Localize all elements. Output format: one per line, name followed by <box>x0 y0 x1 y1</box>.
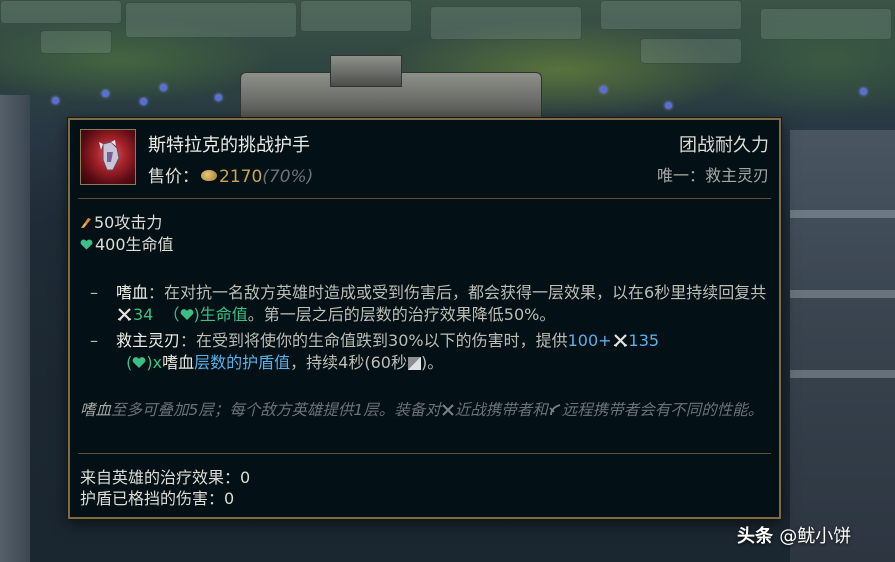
health-icon <box>80 239 93 250</box>
stone-structure <box>330 55 402 87</box>
divider <box>78 198 771 199</box>
stat-health: 400生命值 <box>80 234 174 256</box>
watermark-handle: @鱿小饼 <box>779 526 852 547</box>
item-note: 嗜血至多可叠加5层；每个敌方英雄提供1层。装备对 近战携带者和 远程携带者会有不同的… <box>80 400 770 421</box>
item-footer: 来自英雄的治疗效果：0 护盾已格挡的伤害：0 <box>80 467 250 509</box>
item-icon <box>80 129 136 185</box>
cooldown-icon <box>407 357 421 370</box>
floor-tile <box>430 6 582 40</box>
melee-icon <box>442 404 454 416</box>
stat-text: 400生命值 <box>95 235 174 254</box>
attack-damage-scaling-icon <box>117 308 132 321</box>
passive-lifeline: – 救主灵刃：在受到将使你的生命值跌到30%以下的伤害时，提供100+ 135 (… <box>90 330 770 374</box>
passive-bloodthirst: – 嗜血：在对抗一名敌方英雄时造成或受到伤害后，都会获得一层效果，以在6秒里持续… <box>90 282 770 326</box>
passive-text: ，持续4秒(60秒 <box>290 353 407 372</box>
flower-icon <box>600 86 607 93</box>
floor-tile <box>300 0 412 32</box>
item-tooltip: 斯特拉克的挑战护手 售价： 2170(70%) 团战耐久力 唯一：救主灵刃 50攻… <box>68 118 781 519</box>
divider <box>78 453 771 454</box>
sell-percent: (70%) <box>262 167 314 187</box>
note-text: 至多可叠加5层；每个敌方英雄提供1层。装备对 <box>111 401 441 419</box>
watermark: 头条 @鱿小饼 <box>737 522 851 548</box>
ranged-icon <box>549 404 561 416</box>
stone-rail <box>790 210 895 218</box>
passive-text: ：在对抗一名敌方英雄时造成或受到伤害后，都会获得一层效果，以在6秒里持续回复共 <box>148 283 767 302</box>
stat-text: 50攻击力 <box>94 213 163 232</box>
sell-label: 售价： <box>148 167 199 187</box>
item-name: 斯特拉克的挑战护手 <box>148 135 310 156</box>
item-stats: 50攻击力 400生命值 <box>80 212 174 256</box>
flower-icon <box>52 97 59 104</box>
stat-attack-damage: 50攻击力 <box>80 212 174 234</box>
open-paren: （ <box>163 305 180 324</box>
health-icon <box>180 309 193 320</box>
flower-icon <box>860 88 867 95</box>
shield-base: 100+ <box>567 331 612 350</box>
bullet-dash: – <box>90 283 98 302</box>
stack-word: 嗜血 <box>162 353 195 372</box>
stone-pillar <box>0 95 30 562</box>
attack-damage-icon <box>81 218 91 228</box>
passive-name: 救主灵刃 <box>116 331 181 350</box>
floor-tile <box>600 0 742 30</box>
heal-value: 34 <box>133 305 154 324</box>
stone-rail <box>790 290 895 298</box>
floor-tile <box>0 0 122 24</box>
flower-icon <box>140 98 147 105</box>
shield-value: 135 <box>628 331 660 350</box>
passive-name: 嗜血 <box>116 283 149 302</box>
stone-pillar <box>790 130 895 562</box>
health-x: )x <box>146 353 163 372</box>
floor-tile <box>760 8 892 40</box>
watermark-brand: 头条 <box>737 526 773 547</box>
passive-list: – 嗜血：在对抗一名敌方英雄时造成或受到伤害后，都会获得一层效果，以在6秒里持续… <box>90 282 770 378</box>
floor-tile <box>125 2 297 38</box>
stone-rail <box>790 370 895 378</box>
floor-tile <box>40 30 112 54</box>
item-category: 团战耐久力 <box>679 135 769 156</box>
passive-text: ：在受到将使你的生命值跌到30%以下的伤害时，提供 <box>180 331 568 350</box>
sell-price: 2170 <box>219 167 263 187</box>
attack-damage-scaling-icon <box>613 334 627 347</box>
flower-icon <box>160 84 167 91</box>
bullet-dash: – <box>90 331 98 350</box>
passive-text: )。 <box>420 353 444 372</box>
health-link: )生命值 <box>193 305 248 324</box>
heal-stat-line: 来自英雄的治疗效果：0 <box>80 468 251 487</box>
note-keyword: 嗜血 <box>80 401 112 419</box>
health-icon <box>133 357 146 368</box>
passive-text: 。第一层之后的层数的治疗效果降低50%。 <box>247 305 556 324</box>
unique-passive-label: 唯一：救主灵刃 <box>656 166 769 185</box>
flower-icon <box>215 94 222 101</box>
floor-tile <box>640 38 742 64</box>
shield-link: 层数的护盾值 <box>194 353 291 372</box>
shield-stat-line: 护盾已格挡的伤害：0 <box>80 489 235 508</box>
gold-icon <box>201 170 217 181</box>
sell-price-row: 售价： 2170(70%) <box>148 162 313 187</box>
gauntlet-icon <box>99 140 120 171</box>
flower-icon <box>665 102 672 109</box>
note-text: 远程携带者会有不同的性能。 <box>561 401 764 419</box>
note-text: 近战携带者和 <box>454 401 548 419</box>
flower-icon <box>102 90 109 97</box>
